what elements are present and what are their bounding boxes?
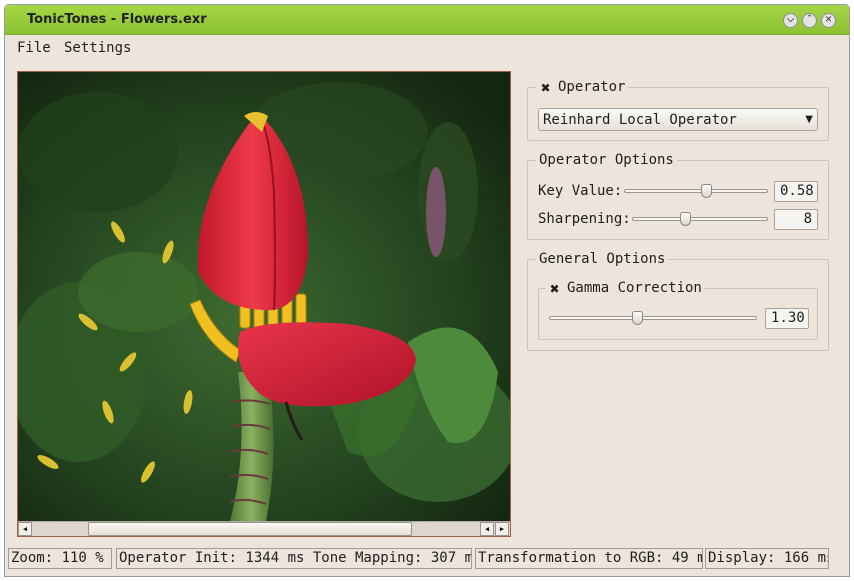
general-options-group: General Options ✖ Gamma Correction 1.30 [527, 251, 829, 351]
horizontal-scrollbar[interactable]: ◀ ◀ ▶ [18, 521, 510, 536]
key-value-field[interactable]: 0.58 [774, 181, 818, 202]
window-title: TonicTones - Flowers.exr [27, 12, 207, 27]
scroll-right-button-2[interactable]: ▶ [495, 522, 509, 536]
key-value-slider-track[interactable] [624, 189, 768, 193]
operator-options-group: Operator Options Key Value: 0.58 Sharpen… [527, 152, 829, 240]
operator-select[interactable]: Reinhard Local Operator ▼ [538, 108, 818, 131]
status-timing: Operator Init: 1344 ms Tone Mapping: 307… [116, 548, 472, 569]
maximize-button[interactable]: ˆ [802, 13, 817, 28]
menu-settings[interactable]: Settings [64, 40, 131, 56]
gamma-label: Gamma Correction [567, 280, 702, 296]
title-bar[interactable]: TonicTones - Flowers.exr ⌵ ˆ ✕ [5, 5, 849, 35]
status-transform: Transformation to RGB: 49 ms [475, 548, 703, 569]
arrow-left-icon: ◀ [22, 525, 28, 533]
check-x-icon[interactable]: ✖ [548, 283, 561, 296]
chevron-down-icon: ⌵ [787, 15, 794, 25]
app-window: TonicTones - Flowers.exr ⌵ ˆ ✕ File Sett… [4, 4, 850, 577]
scroll-left-button[interactable]: ◀ [18, 522, 32, 536]
image-viewer[interactable]: ◀ ◀ ▶ [17, 71, 511, 537]
close-icon: ✕ [824, 15, 833, 25]
gamma-slider-track[interactable] [549, 316, 757, 320]
gamma-slider-handle[interactable] [631, 311, 643, 325]
flower-image [18, 72, 510, 521]
sharpening-slider-track[interactable] [632, 217, 768, 221]
operator-label: Operator [558, 79, 626, 95]
sharpening-field[interactable]: 8 [774, 209, 818, 230]
key-value-label: Key Value: [538, 183, 623, 199]
operator-group: ✖ Operator Reinhard Local Operator ▼ [527, 79, 829, 141]
sharpening-label: Sharpening: [538, 211, 631, 227]
operator-legend: ✖ Operator [536, 79, 629, 95]
gamma-field[interactable]: 1.30 [765, 308, 809, 329]
menu-file[interactable]: File [17, 40, 51, 56]
key-value-slider-handle[interactable] [701, 184, 713, 198]
chevron-up-icon: ˆ [807, 15, 812, 25]
scroll-right-button[interactable]: ◀ [480, 522, 494, 536]
general-options-legend: General Options [536, 251, 669, 267]
sharpening-slider-handle[interactable] [679, 212, 691, 226]
chevron-down-icon: ▼ [805, 114, 813, 125]
gamma-legend: ✖ Gamma Correction [545, 280, 705, 296]
status-zoom: Zoom: 110 % [8, 548, 112, 569]
close-button[interactable]: ✕ [821, 13, 836, 28]
operator-select-value: Reinhard Local Operator [543, 112, 737, 128]
status-display: Display: 166 ms [705, 548, 829, 569]
operator-options-legend: Operator Options [536, 152, 677, 168]
minimize-button[interactable]: ⌵ [783, 13, 798, 28]
gamma-group: ✖ Gamma Correction 1.30 [538, 280, 818, 340]
scrollbar-thumb[interactable] [88, 522, 412, 536]
arrow-right-icon: ▶ [499, 525, 505, 533]
menu-bar: File Settings [5, 36, 849, 60]
arrow-left-icon: ◀ [484, 525, 490, 533]
check-x-icon[interactable]: ✖ [539, 82, 552, 95]
